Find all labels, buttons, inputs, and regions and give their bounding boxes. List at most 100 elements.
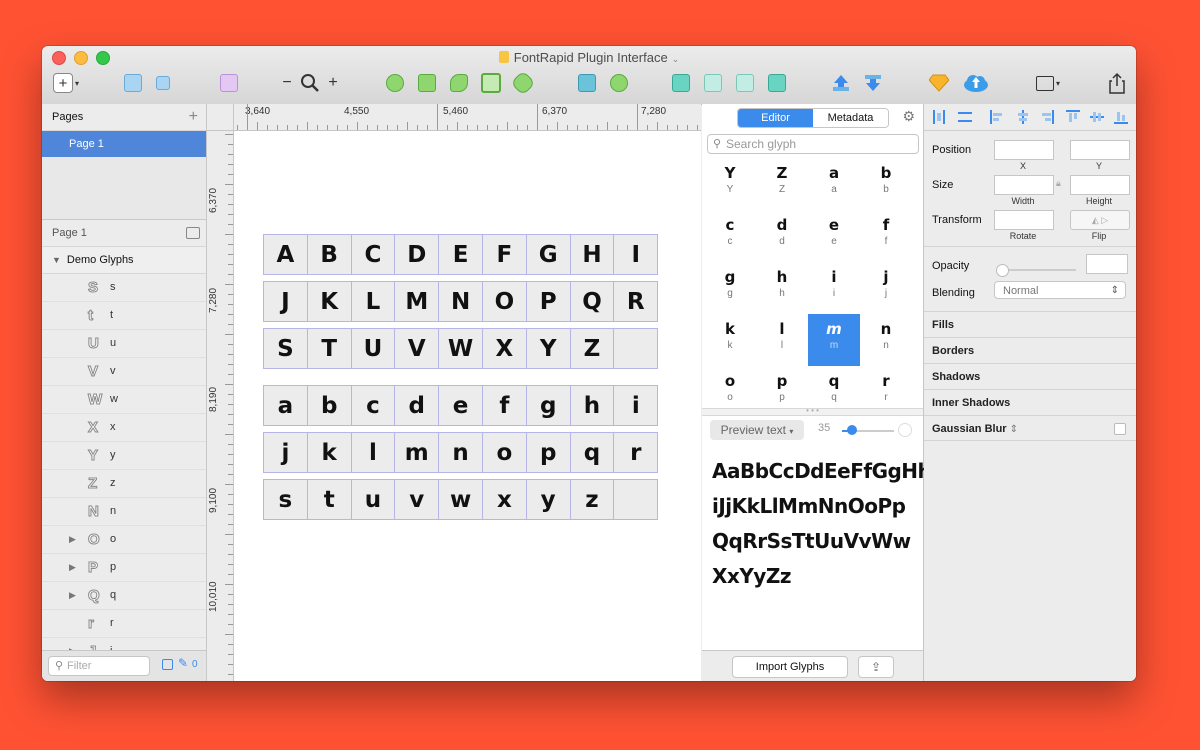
align-center-icon[interactable]: [1016, 110, 1030, 124]
align-right-icon[interactable]: [1040, 110, 1054, 124]
glyph-artboard-S[interactable]: S: [263, 328, 308, 369]
glyph-cell-b[interactable]: bb: [860, 158, 912, 210]
canvas[interactable]: 3,640 4,550 5,460 6,370 7,280 6,370 7,280 8,19…: [207, 104, 701, 681]
tab-editor[interactable]: Editor: [738, 109, 813, 127]
glyph-artboard-W[interactable]: W: [438, 328, 483, 369]
glyph-artboard-M[interactable]: M: [394, 281, 440, 322]
layer-item-y[interactable]: Yy: [42, 442, 206, 470]
position-y-input[interactable]: [1070, 140, 1130, 160]
intersect-button[interactable]: [734, 72, 756, 94]
glyph-cell-Y[interactable]: YY: [704, 158, 756, 210]
glyph-artboard-v[interactable]: v: [394, 479, 440, 520]
distribute-vertical-icon[interactable]: [958, 110, 972, 124]
glyph-artboard-x[interactable]: x: [481, 479, 527, 520]
glyph-artboard-Y[interactable]: Y: [525, 328, 571, 369]
zoom-in-button[interactable]: +: [326, 72, 340, 94]
glyph-cell-i[interactable]: ii: [808, 262, 860, 314]
height-input[interactable]: [1070, 175, 1130, 195]
glyph-artboard-l[interactable]: l: [350, 432, 396, 473]
glyph-artboard-u[interactable]: u: [350, 479, 396, 520]
shadows-section[interactable]: Shadows: [924, 363, 1136, 389]
insert-button[interactable]: + ▾: [52, 72, 80, 94]
disclosure-open-icon[interactable]: ▼: [52, 255, 61, 265]
align-middle-icon[interactable]: [1090, 110, 1104, 124]
glyph-cell-l[interactable]: ll: [756, 314, 808, 366]
horizontal-ruler[interactable]: 3,640 4,550 5,460 6,370 7,280: [207, 104, 701, 131]
add-page-button[interactable]: +: [189, 104, 198, 130]
artboard-icon[interactable]: [186, 227, 200, 239]
glyph-artboard-U[interactable]: U: [350, 328, 396, 369]
glyph-artboard-X[interactable]: X: [481, 328, 527, 369]
glyph-artboard-E[interactable]: E: [438, 234, 483, 275]
flatten-button[interactable]: [480, 72, 502, 94]
opacity-slider-knob[interactable]: [996, 264, 1009, 277]
shape-button[interactable]: [608, 72, 630, 94]
ungroup-button[interactable]: [152, 72, 174, 94]
distribute-horizontal-icon[interactable]: [932, 110, 946, 124]
glyph-cell-j[interactable]: jj: [860, 262, 912, 314]
glyph-artboard-i[interactable]: i: [613, 385, 659, 426]
brush-icon[interactable]: ✎: [178, 656, 188, 670]
preview-text-dropdown[interactable]: Preview text ▾: [710, 420, 804, 440]
glyph-artboard-g[interactable]: g: [525, 385, 571, 426]
flip-horizontal-icon[interactable]: ◭: [1092, 215, 1099, 225]
glyph-artboard-n[interactable]: n: [438, 432, 483, 473]
layer-item-u[interactable]: Uu: [42, 330, 206, 358]
vertical-ruler[interactable]: 6,370 7,280 8,190 9,100 10,010: [207, 130, 234, 681]
glyph-artboard-j[interactable]: j: [263, 432, 308, 473]
glyph-cell-Z[interactable]: ZZ: [756, 158, 808, 210]
glyph-artboard-p[interactable]: p: [525, 432, 571, 473]
layer-item-v[interactable]: Vv: [42, 358, 206, 386]
cloud-upload-button[interactable]: [962, 72, 990, 94]
glyph-cell-k[interactable]: kk: [704, 314, 756, 366]
glyph-artboard-d[interactable]: d: [394, 385, 440, 426]
group-button[interactable]: [122, 72, 144, 94]
glyph-artboard-h[interactable]: h: [569, 385, 615, 426]
inner-shadows-section[interactable]: Inner Shadows: [924, 389, 1136, 415]
glyph-artboard-T[interactable]: T: [306, 328, 352, 369]
lock-icon[interactable]: 🔒︎: [1056, 178, 1061, 189]
glyph-artboard-A[interactable]: A: [263, 234, 308, 275]
glyph-artboard-Z[interactable]: Z: [569, 328, 615, 369]
opacity-slider-track[interactable]: [1000, 269, 1076, 271]
preview-size-slider-knob[interactable]: [847, 425, 858, 435]
glyph-artboard-B[interactable]: B: [306, 234, 352, 275]
glyph-artboard-H[interactable]: H: [569, 234, 615, 275]
glyph-artboard-C[interactable]: C: [350, 234, 396, 275]
sketch-button[interactable]: [928, 72, 950, 94]
borders-section[interactable]: Borders: [924, 337, 1136, 363]
gaussian-blur-checkbox[interactable]: [1114, 423, 1126, 435]
width-input[interactable]: [994, 175, 1054, 195]
glyph-cell-d[interactable]: dd: [756, 210, 808, 262]
gaussian-blur-section[interactable]: Gaussian Blur ⇕: [924, 415, 1136, 441]
glyph-artboard-f[interactable]: f: [481, 385, 527, 426]
layer-item-r[interactable]: rr: [42, 610, 206, 638]
glyph-cell-h[interactable]: hh: [756, 262, 808, 314]
chevron-down-icon[interactable]: ⌄: [672, 54, 680, 64]
layer-item-p[interactable]: ▶ Pp: [42, 554, 206, 582]
glyph-artboard-r[interactable]: r: [613, 432, 659, 473]
glyph-artboard-a[interactable]: a: [263, 385, 308, 426]
layer-item-z[interactable]: Zz: [42, 470, 206, 498]
glyph-artboard-V[interactable]: V: [394, 328, 440, 369]
glyph-cell-e[interactable]: ee: [808, 210, 860, 262]
backward-button[interactable]: [862, 72, 884, 94]
glyph-artboard-G[interactable]: G: [525, 234, 571, 275]
blending-select[interactable]: Normal ⇕: [994, 281, 1126, 299]
layer-item-o[interactable]: ▶ Oo: [42, 526, 206, 554]
mask-button[interactable]: [510, 70, 536, 96]
layers-filter-icon[interactable]: [162, 659, 173, 670]
glyph-artboard-K[interactable]: K: [306, 281, 352, 322]
glyph-artboard-s[interactable]: s: [263, 479, 308, 520]
glyph-artboard-J[interactable]: J: [263, 281, 308, 322]
glyph-artboard-empty[interactable]: [613, 479, 659, 520]
rotate-button[interactable]: [448, 72, 470, 94]
chevron-updown-icon[interactable]: ⇕: [1010, 424, 1018, 435]
zoom-out-button[interactable]: −: [280, 72, 294, 94]
glyph-artboard-k[interactable]: k: [306, 432, 352, 473]
layer-item-s[interactable]: Ss: [42, 274, 206, 302]
scale-button[interactable]: [576, 72, 598, 94]
glyph-artboard-empty[interactable]: [613, 328, 659, 369]
glyph-artboard-D[interactable]: D: [394, 234, 440, 275]
transform-button[interactable]: [416, 72, 438, 94]
